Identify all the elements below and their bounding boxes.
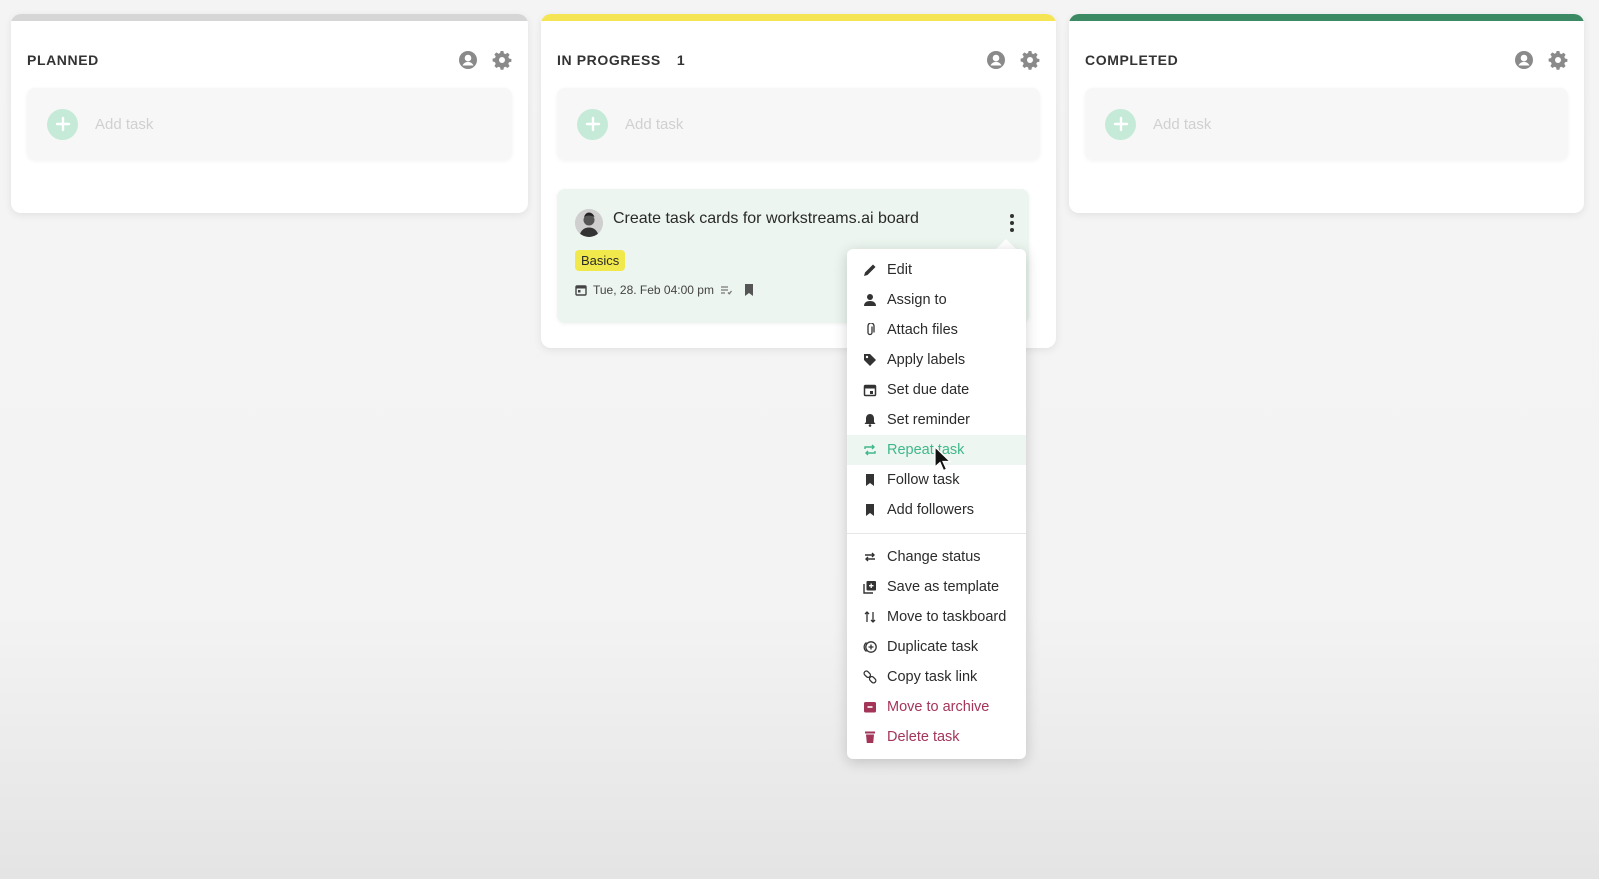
- tag-icon: [862, 352, 878, 368]
- archive-icon: [862, 699, 878, 715]
- gear-icon[interactable]: [492, 50, 512, 70]
- more-options-icon[interactable]: [1007, 214, 1017, 232]
- add-task-label: Add task: [625, 115, 684, 133]
- avatar: [575, 209, 603, 237]
- user-icon[interactable]: [986, 50, 1006, 70]
- user-icon[interactable]: [458, 50, 478, 70]
- add-task-label: Add task: [95, 115, 154, 133]
- menu-item-label: Edit: [887, 262, 912, 278]
- menu-item-add-followers[interactable]: Add followers: [847, 495, 1026, 525]
- column-header: PLANNED: [27, 48, 512, 72]
- paperclip-icon: [862, 322, 878, 338]
- menu-divider: [847, 533, 1026, 534]
- menu-item-assign-to[interactable]: Assign to: [847, 285, 1026, 315]
- menu-item-duplicate-task[interactable]: Duplicate task: [847, 632, 1026, 662]
- menu-item-label: Attach files: [887, 322, 958, 338]
- calendar-icon: [575, 284, 587, 296]
- menu-item-label: Move to taskboard: [887, 609, 1007, 625]
- menu-item-save-as-template[interactable]: Save as template: [847, 572, 1026, 602]
- bookmark-icon: [744, 284, 754, 296]
- add-task-label: Add task: [1153, 115, 1212, 133]
- menu-item-label: Save as template: [887, 579, 1000, 595]
- column-title: PLANNED: [27, 52, 99, 68]
- menu-item-label: Repeat task: [887, 442, 965, 458]
- column-title: COMPLETED: [1085, 52, 1179, 68]
- menu-item-label: Copy task link: [887, 669, 978, 685]
- menu-item-label: Apply labels: [887, 352, 966, 368]
- plus-icon: [577, 108, 608, 140]
- template-icon: [862, 579, 878, 595]
- plus-icon: [47, 108, 78, 140]
- task-meta: Tue, 28. Feb 04:00 pm: [575, 283, 754, 297]
- menu-caret: [996, 239, 1016, 249]
- duplicate-icon: [862, 639, 878, 655]
- menu-item-edit[interactable]: Edit: [847, 255, 1026, 285]
- menu-item-delete-task[interactable]: Delete task: [847, 722, 1026, 752]
- user-icon[interactable]: [1514, 50, 1534, 70]
- trash-icon: [862, 729, 878, 745]
- bookmark-icon: [862, 502, 878, 518]
- mouse-cursor-icon: [934, 445, 952, 472]
- column-status-bar: [11, 14, 528, 21]
- menu-item-label: Set reminder: [887, 412, 971, 428]
- person-icon: [862, 292, 878, 308]
- menu-item-move-to-taskboard[interactable]: Move to taskboard: [847, 602, 1026, 632]
- plus-icon: [1105, 108, 1136, 140]
- menu-item-label: Change status: [887, 549, 981, 565]
- menu-item-label: Follow task: [887, 472, 960, 488]
- task-count: 1: [676, 52, 685, 68]
- label-badge: Basics: [575, 250, 626, 271]
- gear-icon[interactable]: [1548, 50, 1568, 70]
- column-header: IN PROGRESS 1: [557, 48, 1040, 72]
- pencil-icon: [862, 262, 878, 278]
- bell-icon: [862, 412, 878, 428]
- menu-item-label: Duplicate task: [887, 639, 979, 655]
- task-context-menu: Edit Assign to Attach files Apply labels…: [847, 249, 1026, 759]
- add-task-button[interactable]: Add task: [557, 88, 1040, 160]
- menu-item-copy-task-link[interactable]: Copy task link: [847, 662, 1026, 692]
- column-completed: COMPLETED Add task: [1069, 14, 1584, 213]
- menu-item-attach-files[interactable]: Attach files: [847, 315, 1026, 345]
- gear-icon[interactable]: [1020, 50, 1040, 70]
- menu-item-set-reminder[interactable]: Set reminder: [847, 405, 1026, 435]
- column-status-bar: [1069, 14, 1584, 21]
- repeat-icon: [862, 442, 878, 458]
- menu-item-change-status[interactable]: Change status: [847, 542, 1026, 572]
- calendar-icon: [862, 382, 878, 398]
- menu-item-label: Assign to: [887, 292, 947, 308]
- menu-item-set-due-date[interactable]: Set due date: [847, 375, 1026, 405]
- menu-item-label: Move to archive: [887, 699, 990, 715]
- menu-item-move-to-archive[interactable]: Move to archive: [847, 692, 1026, 722]
- bookmark-icon: [862, 472, 878, 488]
- add-task-button[interactable]: Add task: [1085, 88, 1568, 160]
- link-icon: [862, 669, 878, 685]
- menu-item-label: Add followers: [887, 502, 975, 518]
- column-header: COMPLETED: [1085, 48, 1568, 72]
- menu-item-apply-labels[interactable]: Apply labels: [847, 345, 1026, 375]
- add-task-button[interactable]: Add task: [27, 88, 512, 160]
- column-status-bar: [541, 14, 1056, 21]
- menu-item-label: Set due date: [887, 382, 970, 398]
- move-icon: [862, 609, 878, 625]
- menu-item-label: Delete task: [887, 729, 960, 745]
- column-planned: PLANNED Add task: [11, 14, 528, 213]
- column-title: IN PROGRESS: [557, 52, 661, 68]
- checklist-icon: [720, 284, 732, 296]
- task-title[interactable]: Create task cards for workstreams.ai boa…: [613, 210, 919, 228]
- swap-icon: [862, 549, 878, 565]
- due-date: Tue, 28. Feb 04:00 pm: [593, 283, 714, 297]
